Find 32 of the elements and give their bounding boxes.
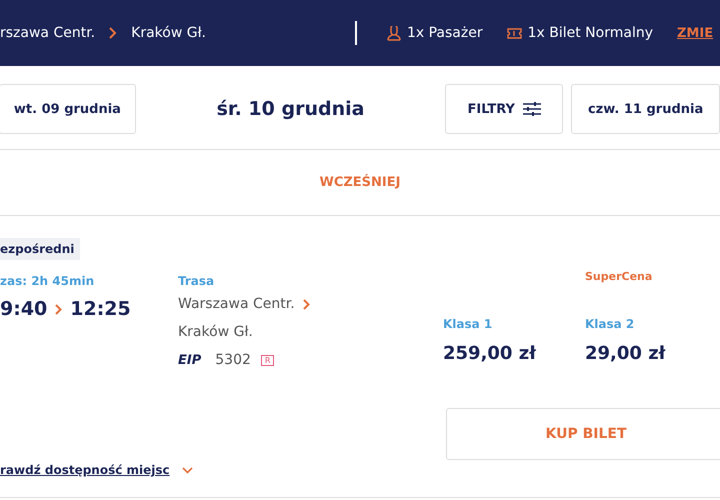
- class-label: Klasa 2: [585, 317, 636, 331]
- filters-button[interactable]: FILTRY: [445, 84, 564, 134]
- origin-station: rszawa Centr.: [0, 25, 96, 41]
- destination-station: Kraków Gł.: [131, 25, 206, 41]
- promo-label: SuperCena: [585, 270, 654, 284]
- fare-price: 259,00 zł: [443, 343, 538, 364]
- change-link[interactable]: ZMIE: [677, 26, 720, 40]
- chevron-icon: [107, 27, 118, 39]
- passenger-count: 1x Pasażer: [406, 25, 483, 41]
- carrier-logo: EIP: [178, 352, 202, 368]
- sliders-icon: [522, 102, 541, 116]
- previous-day-button[interactable]: wt. 09 grudnia: [0, 84, 136, 134]
- seat-availability-link[interactable]: rawdź dostępność miejsc: [0, 463, 170, 477]
- fare-price: 29,00 zł: [585, 343, 666, 364]
- direct-badge: ezpośredni: [0, 238, 80, 260]
- duration-label: zas: 2h 45min: [0, 274, 96, 288]
- departure-time: 9:40: [0, 298, 48, 320]
- next-day-button[interactable]: czw. 11 grudnia: [571, 84, 720, 134]
- chevron-icon: [55, 304, 62, 314]
- route-label: Trasa: [178, 274, 216, 288]
- route-destination: Kraków Gł.: [178, 324, 253, 340]
- class-label: Klasa 1: [443, 317, 494, 331]
- chevron-down-icon: [182, 466, 193, 474]
- current-date: śr. 10 grudnia: [216, 98, 366, 120]
- person-icon: [386, 26, 401, 40]
- route-origin: Warszawa Centr.: [178, 296, 295, 312]
- reservation-badge: R: [260, 354, 274, 366]
- ticket-icon: [506, 28, 522, 38]
- arrival-time: 12:25: [70, 298, 131, 320]
- train-number: 5302: [215, 352, 251, 368]
- ticket-type: 1x Bilet Normalny: [528, 25, 653, 41]
- chevron-icon: [302, 298, 310, 310]
